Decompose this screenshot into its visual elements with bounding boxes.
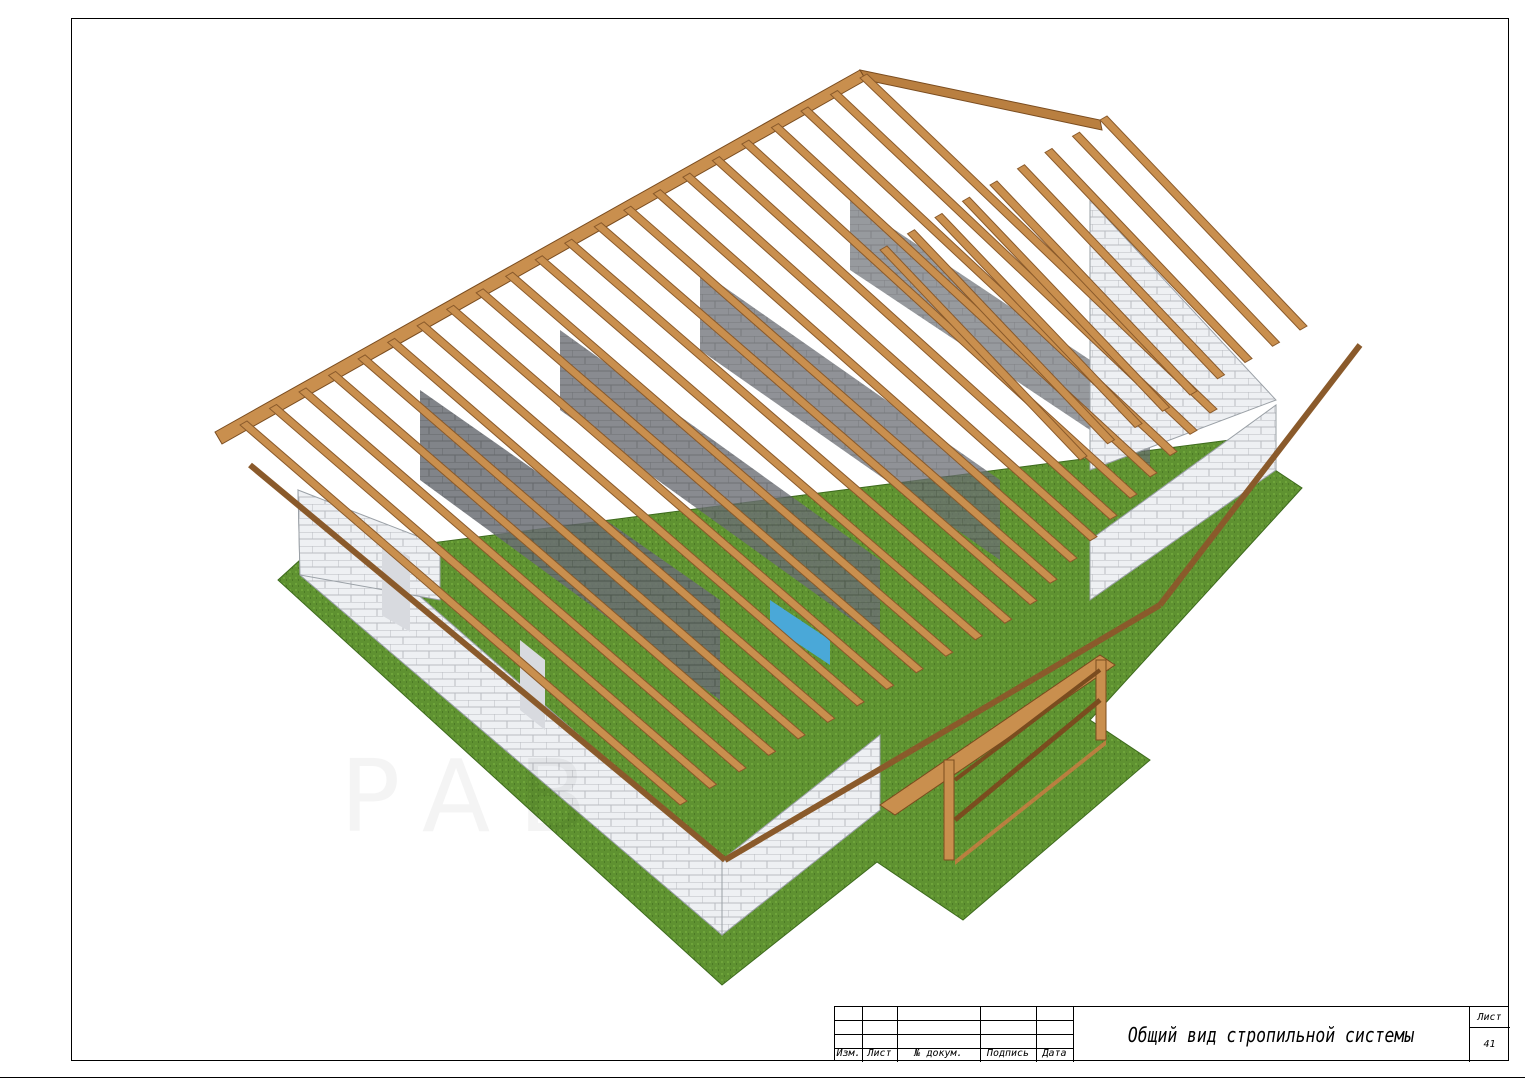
rafter-system-drawing [214,69,1363,986]
col-doc-label: № докум. [914,1048,963,1059]
title-block: Изм. Лист № докум. Подпись Дата Общий ви… [834,1006,1510,1062]
sheet-title: Общий вид стропильной системы [1127,1022,1415,1047]
sheet-label: Лист [1477,1012,1502,1023]
watermark-text: PAB [340,738,615,855]
col-date-label: Дата [1042,1048,1067,1059]
col-list-label: Лист [867,1048,892,1059]
col-sign-label: Подпись [986,1048,1030,1059]
sheet-number: 41 [1483,1039,1496,1050]
col-izm-label: Изм. [836,1048,861,1059]
